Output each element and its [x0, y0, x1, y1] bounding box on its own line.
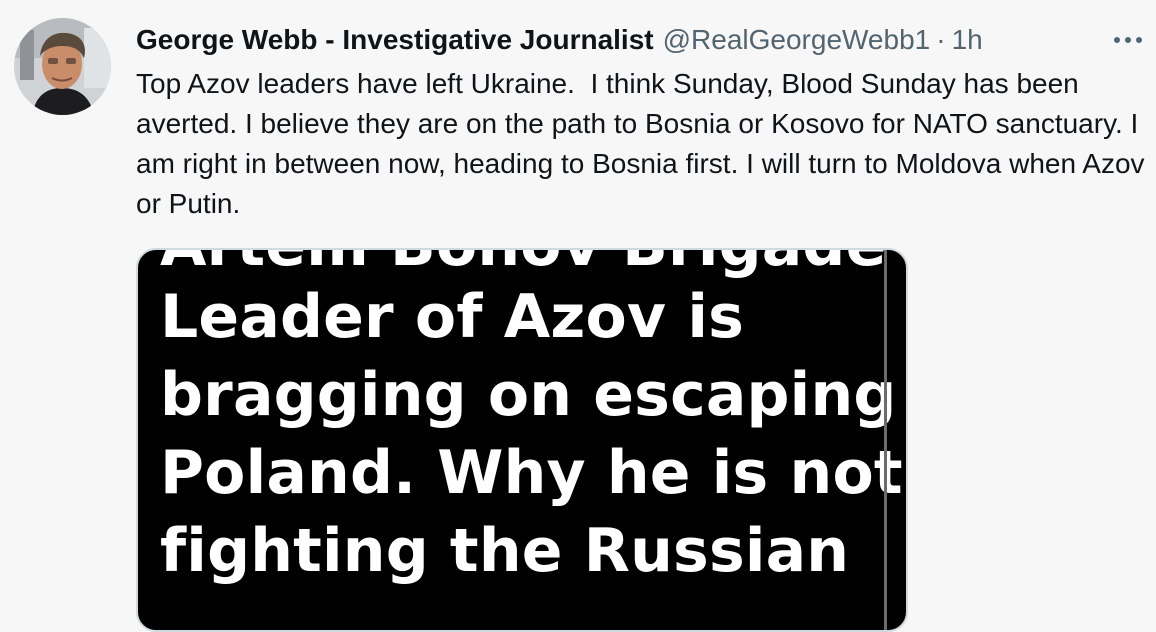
tweet-media[interactable]: Artem Bonov Brigade Leader of Azov is br…: [136, 248, 908, 632]
avatar[interactable]: [14, 18, 111, 115]
media-scrollbar: [884, 250, 887, 630]
avatar-photo: [14, 18, 111, 115]
header-separator: ·: [936, 24, 946, 55]
more-options-button[interactable]: [1110, 22, 1146, 58]
media-text-line: Poland. Why he is not: [160, 438, 903, 508]
tweet-text: Top Azov leaders have left Ukraine. I th…: [136, 68, 1153, 219]
tweet-timestamp[interactable]: 1h: [952, 24, 983, 56]
media-text-line: bragging on escaping to: [160, 360, 908, 430]
tweet[interactable]: George Webb - Investigative Journalist @…: [0, 0, 1156, 632]
media-text-line: fighting the Russian: [160, 516, 850, 586]
author-handle[interactable]: @RealGeorgeWebb1: [663, 24, 931, 56]
more-horizontal-icon: [1114, 37, 1142, 43]
media-text-line: Leader of Azov is: [160, 282, 745, 352]
author-display-name[interactable]: George Webb - Investigative Journalist: [136, 24, 654, 56]
tweet-header: George Webb - Investigative Journalist @…: [136, 20, 983, 60]
